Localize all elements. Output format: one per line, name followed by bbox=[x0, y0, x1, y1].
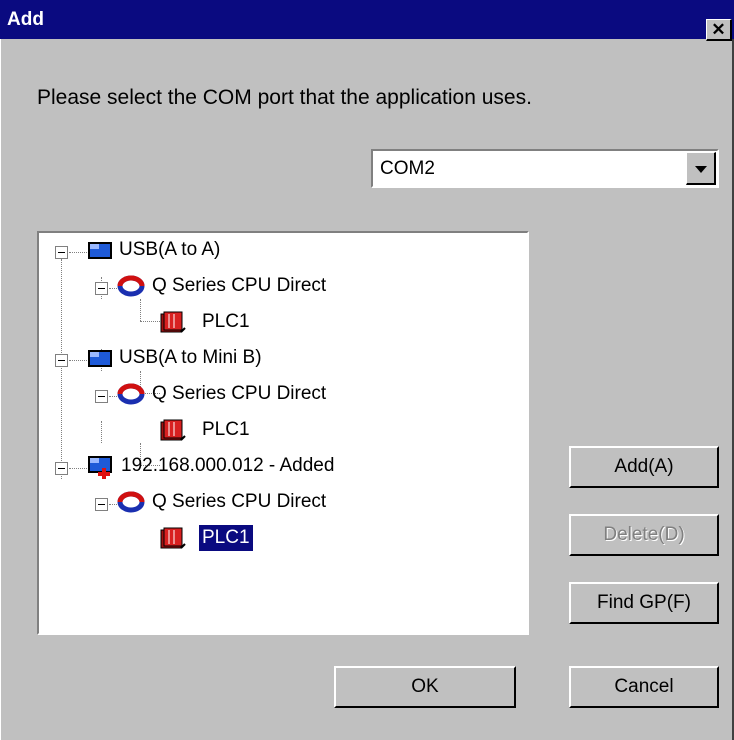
connection-tree[interactable]: USB(A to A) Q Series CPU Direct PLC1 USB… bbox=[37, 231, 529, 635]
tree-node-label: Q Series CPU Direct bbox=[152, 383, 327, 404]
collapse-toggle[interactable] bbox=[95, 390, 108, 403]
window-title: Add bbox=[7, 9, 44, 30]
tree-node-label: PLC1 bbox=[199, 525, 253, 551]
find-gp-button[interactable]: Find GP(F) bbox=[569, 582, 719, 624]
tree-node-label: Q Series CPU Direct bbox=[152, 491, 327, 512]
ok-button[interactable]: OK bbox=[334, 666, 516, 708]
usb-cable-icon bbox=[88, 350, 112, 367]
close-icon: ✕ bbox=[711, 20, 726, 39]
connection-icon bbox=[117, 275, 145, 297]
tree-node-label: PLC1 bbox=[202, 419, 250, 440]
connection-icon bbox=[117, 383, 145, 405]
title-bar: Add bbox=[0, 0, 734, 39]
tree-node-label: PLC1 bbox=[202, 311, 250, 332]
dropdown-arrow-icon[interactable] bbox=[686, 152, 716, 185]
com-port-value: COM2 bbox=[380, 158, 435, 179]
plc-icon bbox=[160, 527, 186, 549]
collapse-toggle[interactable] bbox=[95, 282, 108, 295]
delete-button[interactable]: Delete(D) bbox=[569, 514, 719, 556]
close-button[interactable]: ✕ bbox=[706, 19, 732, 41]
plc-icon bbox=[160, 311, 186, 333]
network-added-icon bbox=[88, 456, 112, 479]
tree-node-label: USB(A to A) bbox=[119, 239, 221, 260]
com-port-select[interactable]: COM2 bbox=[371, 149, 719, 188]
connection-icon bbox=[117, 491, 145, 513]
collapse-toggle[interactable] bbox=[55, 246, 68, 259]
tree-node-label: USB(A to Mini B) bbox=[119, 347, 262, 368]
tree-node-label: Q Series CPU Direct bbox=[152, 275, 327, 296]
plc-icon bbox=[160, 419, 186, 441]
tree-node-label: 192.168.000.012 - Added bbox=[121, 455, 335, 476]
collapse-toggle[interactable] bbox=[55, 354, 68, 367]
collapse-toggle[interactable] bbox=[55, 462, 68, 475]
cancel-button[interactable]: Cancel bbox=[569, 666, 719, 708]
add-button[interactable]: Add(A) bbox=[569, 446, 719, 488]
usb-cable-icon bbox=[88, 242, 112, 259]
prompt-text: Please select the COM port that the appl… bbox=[37, 86, 532, 109]
collapse-toggle[interactable] bbox=[95, 498, 108, 511]
